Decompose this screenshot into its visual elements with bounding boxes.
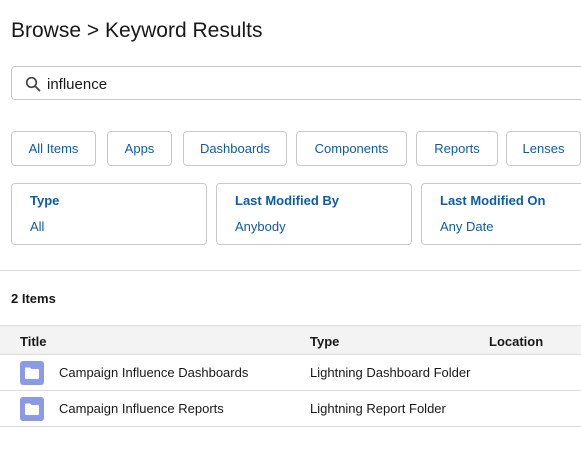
browse-page: Browse > Keyword Results All Items Apps … (0, 0, 581, 465)
column-header-location[interactable]: Location (489, 334, 543, 349)
tab-lenses[interactable]: Lenses (506, 131, 581, 166)
facet-type-title: Type (30, 193, 60, 208)
results-table: Title Type Location Campaign Influence D… (0, 325, 581, 427)
facet-last-modified-by[interactable]: Last Modified By Anybody (216, 183, 412, 245)
table-row: Campaign Influence Dashboards Lightning … (0, 355, 581, 391)
search-icon (25, 76, 41, 92)
item-count: 2 Items (11, 291, 56, 306)
tab-reports[interactable]: Reports (416, 131, 498, 166)
row-title-link[interactable]: Campaign Influence Dashboards (59, 365, 248, 380)
facet-last-modified-on-title: Last Modified On (440, 193, 546, 208)
facet-type[interactable]: Type All (11, 183, 207, 245)
facet-type-value: All (30, 219, 45, 234)
table-row: Campaign Influence Reports Lightning Rep… (0, 391, 581, 427)
tab-all-items[interactable]: All Items (11, 131, 96, 166)
search-input[interactable] (47, 74, 447, 94)
section-divider (0, 270, 581, 271)
row-title-link[interactable]: Campaign Influence Reports (59, 401, 224, 416)
row-type: Lightning Report Folder (310, 401, 446, 416)
tab-components[interactable]: Components (296, 131, 407, 166)
folder-icon (20, 361, 44, 385)
facet-last-modified-by-value: Anybody (235, 219, 286, 234)
facet-last-modified-on-value: Any Date (440, 219, 494, 234)
tab-dashboards[interactable]: Dashboards (183, 131, 287, 166)
column-header-type[interactable]: Type (310, 334, 339, 349)
table-header: Title Type Location (0, 325, 581, 355)
tab-apps[interactable]: Apps (107, 131, 172, 166)
facet-last-modified-on[interactable]: Last Modified On Any Date (421, 183, 581, 245)
search-box[interactable] (11, 66, 581, 100)
row-type: Lightning Dashboard Folder (310, 365, 471, 380)
page-title: Browse > Keyword Results (11, 19, 263, 42)
facet-last-modified-by-title: Last Modified By (235, 193, 340, 208)
folder-icon (20, 397, 44, 421)
column-header-title[interactable]: Title (20, 334, 47, 349)
